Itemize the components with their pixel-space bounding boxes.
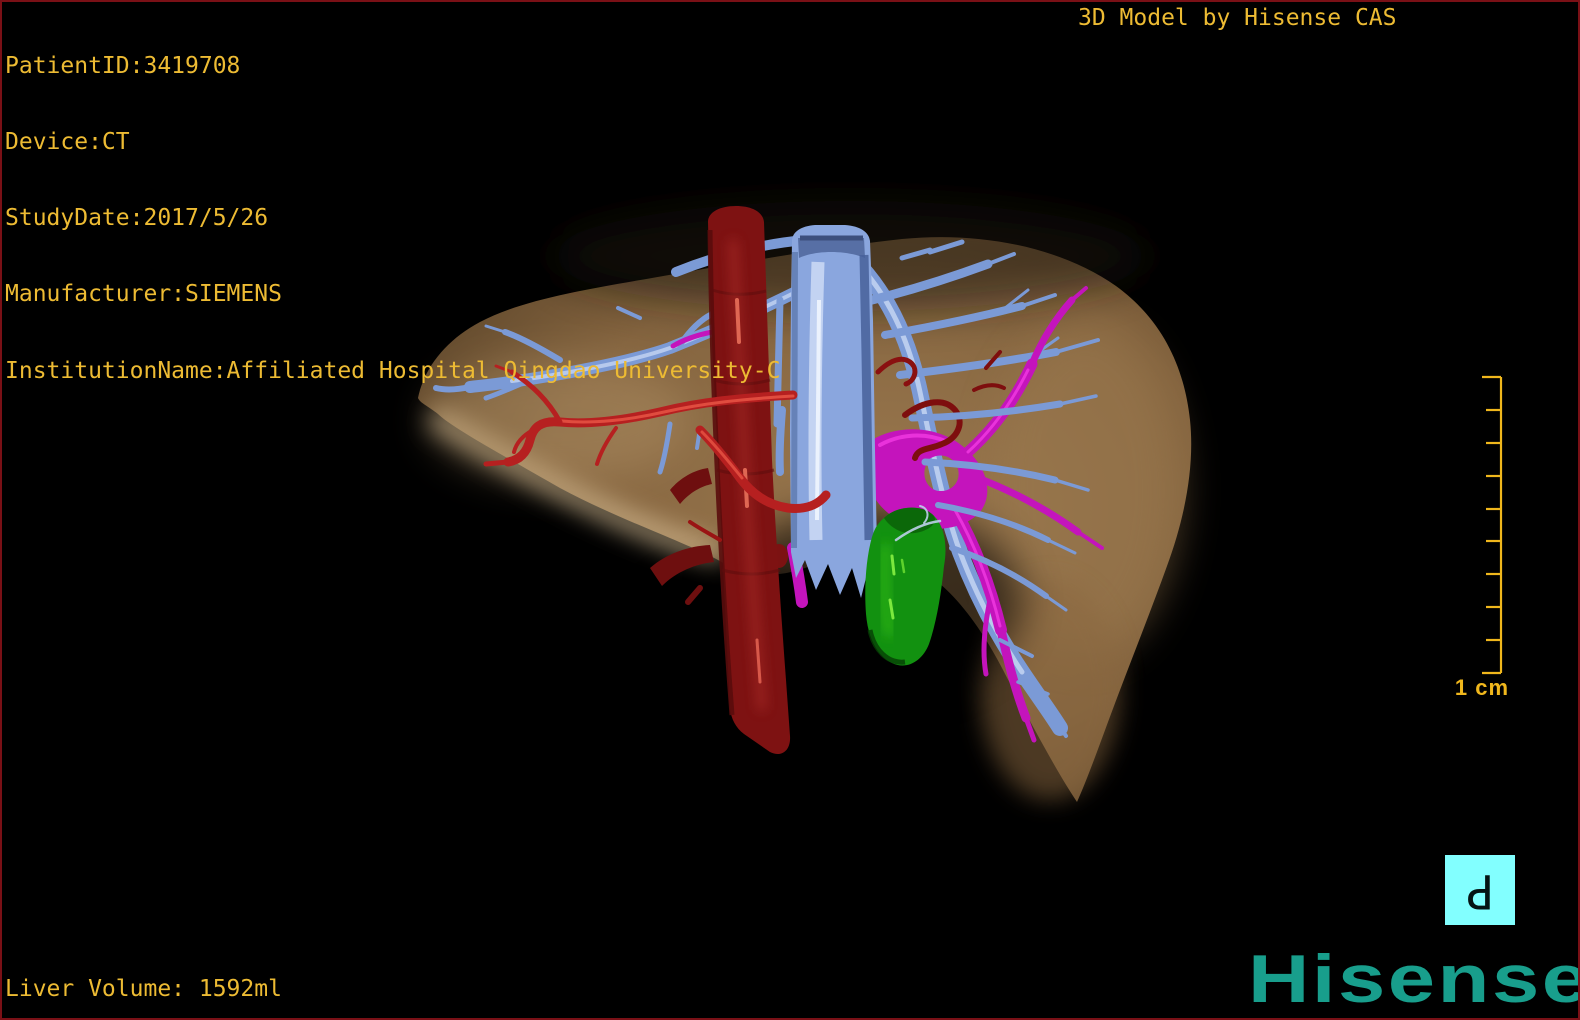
watermark-label: 3D Model by Hisense CAS: [1078, 5, 1397, 31]
scale-bar-label: 1 cm: [1455, 675, 1509, 700]
study-date: StudyDate:2017/5/26: [5, 205, 269, 232]
inferior-vena-cava: [790, 225, 877, 598]
orientation-letter: P: [1465, 862, 1495, 918]
scale-bar: 1 cm: [1455, 375, 1509, 700]
institution-name: InstitutionName:Affiliated Hospital Qing…: [5, 357, 781, 384]
manufacturer: Manufacturer:SIEMENS: [5, 281, 282, 308]
patient-info-overlay: PatientID:3419708 Device:CT StudyDate:20…: [5, 3, 780, 435]
patient-id: PatientID:3419708: [5, 52, 241, 79]
viewer-window: 1 cm PatientID:3419708 Device:CT StudyDa…: [0, 0, 1580, 1020]
hisense-logo: Hisense: [1248, 941, 1580, 1017]
liver-volume-label: Liver Volume: 1592ml: [5, 976, 282, 1002]
device: Device:CT: [5, 129, 130, 156]
orientation-marker: P: [1445, 855, 1515, 925]
